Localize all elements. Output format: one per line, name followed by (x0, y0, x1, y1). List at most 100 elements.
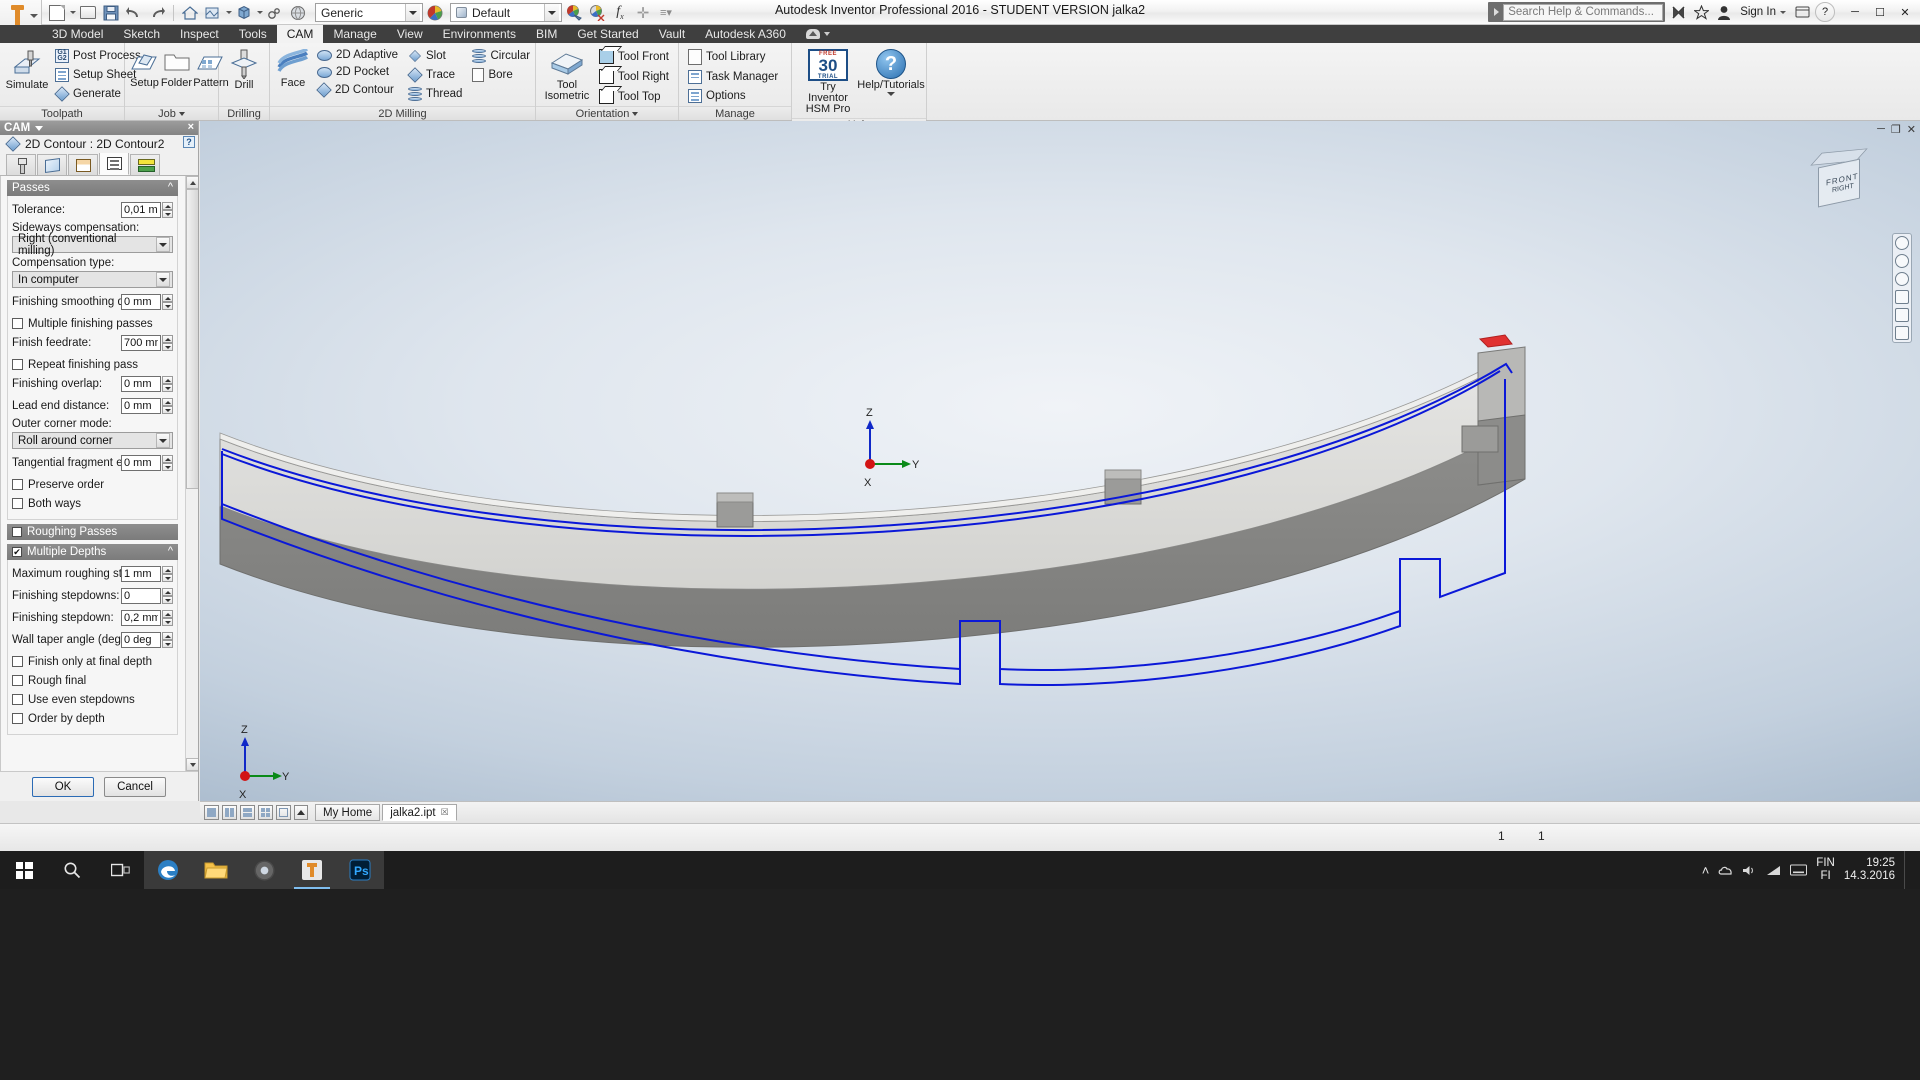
tool-right-button[interactable]: Tool Right (596, 67, 674, 86)
new-file-button[interactable] (46, 2, 68, 23)
show-desktop-button[interactable] (1904, 851, 1912, 889)
ribbon-tab-3d-model[interactable]: 3D Model (42, 25, 113, 43)
viewport-layout-2-button[interactable] (222, 805, 237, 820)
maximize-button[interactable]: ☐ (1869, 2, 1891, 22)
checkbox-box[interactable] (12, 713, 23, 724)
spinner-up[interactable] (162, 632, 173, 640)
checkbox-both-ways[interactable]: Both ways (12, 494, 173, 513)
viewport-layout-1-button[interactable] (204, 805, 219, 820)
ribbon-tab-cam[interactable]: CAM (276, 25, 324, 43)
search-input[interactable] (1503, 3, 1664, 21)
spinner-lead-end-distance[interactable] (121, 398, 173, 414)
combo-arrow-icon[interactable] (156, 237, 170, 252)
document-tab-jalka2-ipt[interactable]: jalka2.ipt ☒ (382, 804, 457, 821)
redo-button[interactable] (146, 2, 168, 23)
undo-button[interactable] (123, 2, 145, 23)
material-combo[interactable]: Generic (315, 3, 423, 22)
checkbox-rough-final[interactable]: Rough final (12, 671, 173, 690)
save-button[interactable] (100, 2, 122, 23)
adjust-appearance-button[interactable] (563, 2, 585, 23)
start-button[interactable] (0, 851, 48, 889)
folder-button[interactable]: Folder (160, 46, 193, 92)
panel-label-job[interactable]: Job (125, 106, 218, 120)
group-checkbox[interactable] (12, 527, 22, 537)
search-expand-icon[interactable] (1494, 8, 1500, 16)
checkbox-box[interactable] (12, 359, 23, 370)
clock[interactable]: 19:25 14.3.2016 (1844, 857, 1895, 883)
spinner-buttons[interactable] (162, 335, 173, 351)
document-tab-close-icon[interactable]: ☒ (441, 807, 449, 818)
pocket-2d-button[interactable]: 2D Pocket (314, 64, 403, 80)
new-file-dropdown-caret[interactable] (70, 11, 76, 14)
checkbox-box[interactable] (12, 675, 23, 686)
home-view-button[interactable] (179, 2, 201, 23)
autodesk-exchange-icon[interactable] (1668, 2, 1688, 22)
favorites-star-icon[interactable] (1691, 2, 1711, 22)
sphere-button[interactable] (287, 2, 309, 23)
ribbon-tab-get-started[interactable]: Get Started (567, 25, 648, 43)
taskbar-file-explorer-button[interactable] (192, 851, 240, 889)
spinner-up[interactable] (162, 398, 173, 406)
group-header-passes[interactable]: Passes ^ (7, 180, 178, 196)
combo-outer-corner-mode[interactable]: Roll around corner (12, 432, 173, 449)
checkbox-box[interactable] (12, 694, 23, 705)
group-checkbox[interactable] (12, 547, 22, 557)
ribbon-tab-environments[interactable]: Environments (433, 25, 526, 43)
scroll-up-arrow[interactable] (186, 176, 198, 189)
trace-button[interactable]: Trace (405, 66, 467, 84)
input-finish-feedrate[interactable] (121, 335, 161, 351)
spinner-finish-feedrate[interactable] (121, 335, 173, 351)
open-file-button[interactable] (77, 2, 99, 23)
input-lead-end-distance[interactable] (121, 398, 161, 414)
contour-2d-button[interactable]: 2D Contour (314, 81, 403, 99)
scroll-thumb[interactable] (186, 189, 198, 489)
input-finishing-stepdown[interactable] (121, 610, 161, 626)
combo-arrow-icon[interactable] (156, 272, 170, 287)
spinner-down[interactable] (162, 406, 173, 414)
spinner-down[interactable] (162, 463, 173, 471)
input-wall-taper-angle-deg[interactable] (121, 632, 161, 648)
spinner-down[interactable] (162, 343, 173, 351)
ribbon-tab-sketch[interactable]: Sketch (113, 25, 170, 43)
combo-sideways-compensation[interactable]: Right (conventional milling) (12, 233, 173, 257)
appearance-combo-arrow[interactable] (544, 4, 559, 21)
spinner-buttons[interactable] (162, 588, 173, 604)
material-dropdown-caret[interactable] (257, 11, 263, 14)
ribbon-tab-autodesk-a360[interactable]: Autodesk A360 (695, 25, 796, 43)
spinner-down[interactable] (162, 302, 173, 310)
tool-top-button[interactable]: Tool Top (596, 87, 674, 106)
spinner-buttons[interactable] (162, 455, 173, 471)
search-container[interactable] (1488, 2, 1666, 22)
spinner-finishing-stepdown[interactable] (121, 610, 173, 626)
tool-library-button[interactable]: Tool Library (685, 47, 783, 67)
sign-in-button[interactable]: Sign In (1737, 6, 1789, 18)
taskbar-search-button[interactable] (48, 851, 96, 889)
face-button[interactable]: Face (274, 46, 312, 92)
group-header-roughing-passes[interactable]: Roughing Passes (7, 524, 178, 540)
minimize-button[interactable]: ─ (1844, 2, 1866, 22)
cam-tab-heights[interactable] (68, 154, 98, 175)
scroll-down-arrow[interactable] (186, 758, 198, 771)
material-button[interactable] (233, 2, 255, 23)
viewport-layout-3-button[interactable] (240, 805, 255, 820)
appearance-button[interactable] (202, 2, 224, 23)
cam-dialog-close-icon[interactable]: × (188, 121, 194, 133)
adaptive-2d-button[interactable]: 2D Adaptive (314, 47, 403, 63)
taskbar-photoshop-button[interactable]: Ps (336, 851, 384, 889)
panel-orientation-dropdown-icon[interactable] (632, 111, 639, 116)
spinner-buttons[interactable] (162, 202, 173, 218)
cam-dialog-scrollbar[interactable] (185, 176, 198, 771)
spinner-tolerance[interactable] (121, 202, 173, 218)
doc-tab-scroll-up-button[interactable] (294, 805, 308, 820)
tray-expand-icon[interactable]: ˄ (1702, 863, 1710, 878)
spinner-buttons[interactable] (162, 566, 173, 582)
combo-arrow-icon[interactable] (156, 433, 170, 448)
thread-button[interactable]: Thread (405, 85, 467, 103)
close-button[interactable]: ✕ (1894, 2, 1916, 22)
simulate-button[interactable]: Simulate (4, 46, 50, 94)
ribbon-tab-vault[interactable]: Vault (649, 25, 695, 43)
bore-button[interactable]: Bore (469, 66, 535, 84)
input-tolerance[interactable] (121, 202, 161, 218)
spinner-buttons[interactable] (162, 632, 173, 648)
cam-tab-geometry[interactable] (37, 154, 67, 175)
